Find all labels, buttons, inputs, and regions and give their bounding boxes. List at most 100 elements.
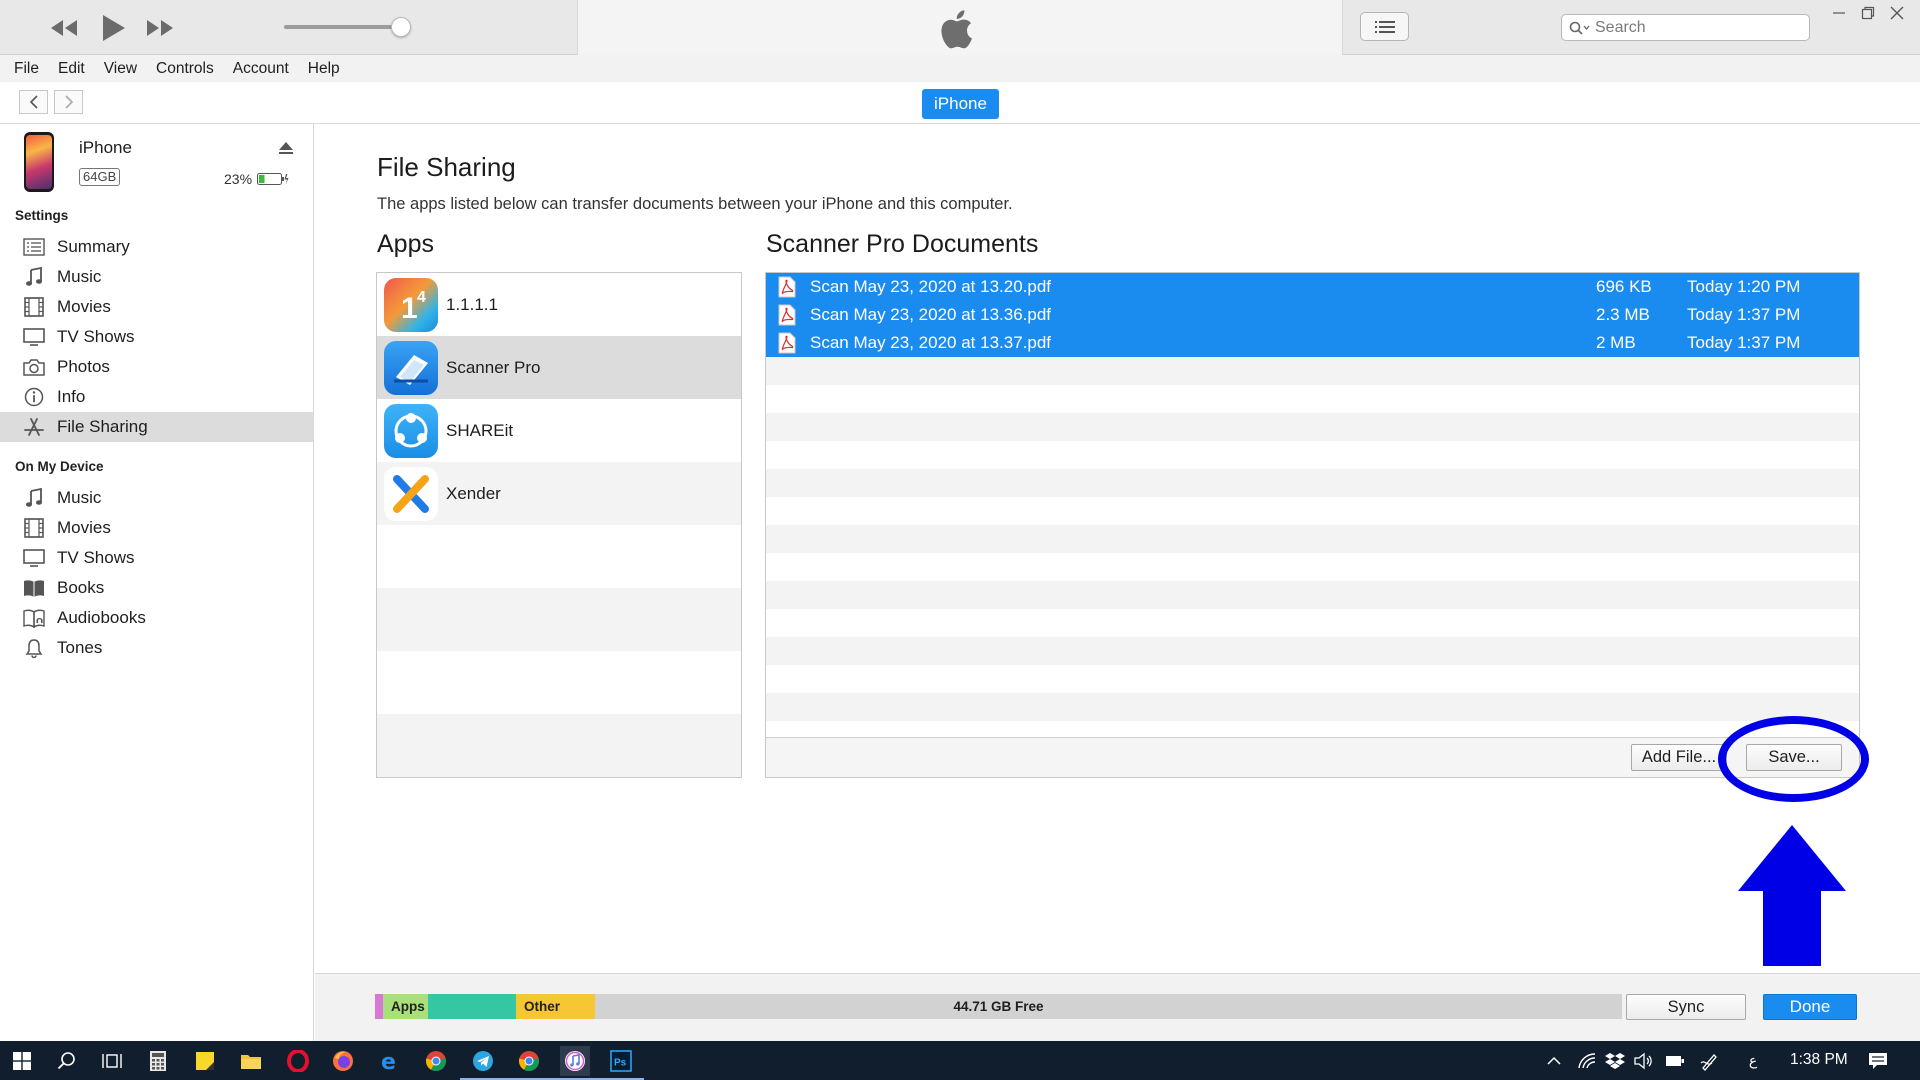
menu-view[interactable]: View [104, 60, 137, 78]
telegram-icon[interactable] [460, 1046, 506, 1080]
taskbar-clock[interactable]: 1:38 PM [1790, 1051, 1848, 1069]
chevron-up-icon[interactable] [1544, 1051, 1564, 1071]
documents-footer: Add File... Save... [766, 737, 1859, 777]
eject-icon[interactable] [278, 140, 294, 156]
search-input[interactable] [1595, 18, 1785, 37]
document-date: Today 1:37 PM [1687, 333, 1801, 352]
fast-forward-icon[interactable] [142, 10, 178, 46]
sidebar-item-device-books[interactable]: Books [0, 573, 313, 603]
empty-row [766, 581, 1859, 609]
sidebar-item-tv-shows[interactable]: TV Shows [0, 322, 313, 352]
sidebar-item-device-music[interactable]: Music [0, 483, 313, 513]
wifi-icon[interactable] [1577, 1051, 1597, 1071]
file-explorer-icon[interactable] [236, 1046, 266, 1076]
apps-list[interactable]: 14 1.1.1.1 Scanner Pro SHAREit Xender [376, 272, 742, 778]
svg-text:Ps: Ps [614, 1058, 627, 1069]
menu-file[interactable]: File [14, 60, 39, 78]
sidebar-item-music[interactable]: Music [0, 262, 313, 292]
menu-controls[interactable]: Controls [156, 60, 214, 78]
photoshop-icon[interactable]: Ps [598, 1046, 644, 1080]
search-field[interactable] [1561, 14, 1810, 41]
battery-tray-icon[interactable] [1665, 1051, 1685, 1071]
language-indicator[interactable]: ﻉ [1743, 1051, 1763, 1071]
minimize-button[interactable] [1826, 2, 1852, 24]
document-row[interactable]: Scan May 23, 2020 at 13.37.pdf 2 MB Toda… [766, 329, 1859, 357]
volume-knob[interactable] [391, 17, 411, 37]
chrome-icon[interactable] [421, 1046, 451, 1076]
pen-workspace-icon[interactable] [1700, 1051, 1720, 1071]
device-button[interactable]: iPhone [922, 89, 999, 119]
firefox-icon[interactable] [328, 1046, 358, 1076]
sidebar-item-movies[interactable]: Movies [0, 292, 313, 322]
done-button[interactable]: Done [1763, 994, 1857, 1020]
itunes-icon[interactable] [552, 1046, 598, 1080]
opera-icon[interactable] [283, 1046, 313, 1076]
document-row[interactable]: Scan May 23, 2020 at 13.36.pdf 2.3 MB To… [766, 301, 1859, 329]
device-header[interactable]: iPhone 64GB 23% [0, 124, 314, 200]
rewind-icon[interactable] [46, 10, 82, 46]
sync-button[interactable]: Sync [1626, 994, 1746, 1020]
search-icon[interactable] [52, 1046, 82, 1076]
empty-row [766, 357, 1859, 385]
app-row-1111[interactable]: 14 1.1.1.1 [377, 273, 741, 336]
empty-row [766, 385, 1859, 413]
shareit-icon [384, 403, 438, 458]
app-row-scanner-pro[interactable]: Scanner Pro [377, 336, 741, 399]
storage-capacity-bar[interactable]: Apps Other 44.71 GB Free [375, 994, 1622, 1019]
book-icon [22, 577, 46, 599]
play-icon[interactable] [98, 10, 128, 46]
sidebar-item-summary[interactable]: Summary [0, 232, 313, 262]
document-row[interactable]: Scan May 23, 2020 at 13.20.pdf 696 KB To… [766, 273, 1859, 301]
edge-icon[interactable]: e [375, 1046, 405, 1076]
volume-slider[interactable] [284, 25, 404, 29]
sidebar-item-label: Info [57, 387, 86, 406]
sidebar-item-file-sharing[interactable]: File Sharing [0, 412, 313, 442]
menu-edit[interactable]: Edit [58, 60, 85, 78]
sidebar-item-device-movies[interactable]: Movies [0, 513, 313, 543]
sidebar-item-label: Music [57, 488, 102, 507]
sidebar-item-photos[interactable]: Photos [0, 352, 313, 382]
empty-row [766, 637, 1859, 665]
menu-account[interactable]: Account [233, 60, 289, 78]
sidebar-item-label: Summary [57, 237, 130, 256]
notifications-icon[interactable] [1868, 1051, 1888, 1071]
sidebar-item-device-audiobooks[interactable]: Audiobooks [0, 603, 313, 633]
app-row-xender[interactable]: Xender [377, 462, 741, 525]
documents-list[interactable]: Scan May 23, 2020 at 13.20.pdf 696 KB To… [765, 272, 1860, 778]
document-size: 2 MB [1596, 333, 1636, 352]
empty-row [766, 413, 1859, 441]
capacity-sync-bar: Apps Other 44.71 GB Free Sync Done [315, 973, 1920, 1041]
dropbox-icon[interactable] [1605, 1051, 1625, 1071]
battery-percentage: 23% [224, 171, 253, 187]
menu-help[interactable]: Help [308, 60, 340, 78]
sticky-notes-icon[interactable] [190, 1046, 220, 1076]
back-button[interactable] [19, 90, 48, 114]
close-icon [1890, 6, 1904, 20]
app-row-shareit[interactable]: SHAREit [377, 399, 741, 462]
sidebar-item-label: Music [57, 267, 102, 286]
sidebar-item-device-tv-shows[interactable]: TV Shows [0, 543, 313, 573]
capacity-segment-other: Other [516, 994, 595, 1019]
calculator-icon[interactable] [143, 1046, 173, 1076]
document-date: Today 1:37 PM [1687, 305, 1801, 324]
forward-button[interactable] [54, 90, 83, 114]
chrome-alt-icon[interactable] [506, 1046, 552, 1080]
svg-text:1: 1 [401, 292, 418, 325]
up-next-list-button[interactable] [1360, 12, 1409, 41]
sidebar-item-info[interactable]: Info [0, 382, 313, 412]
sidebar: iPhone 64GB 23% Settings Summary Music M… [0, 124, 314, 1041]
speaker-icon[interactable] [1633, 1051, 1653, 1071]
sidebar-item-device-tones[interactable]: Tones [0, 633, 313, 663]
restore-button[interactable] [1855, 2, 1881, 24]
capacity-segment-documents [428, 994, 516, 1019]
app-name: Xender [446, 483, 501, 503]
add-file-button[interactable]: Add File... [1631, 744, 1727, 771]
pdf-file-icon [778, 332, 796, 354]
on-my-device-section-title: On My Device [15, 459, 104, 474]
settings-section-title: Settings [15, 208, 69, 223]
summary-icon [22, 236, 46, 258]
close-button[interactable] [1884, 2, 1910, 24]
empty-row [766, 525, 1859, 553]
windows-start-icon[interactable] [7, 1046, 37, 1076]
task-view-icon[interactable] [97, 1046, 127, 1076]
